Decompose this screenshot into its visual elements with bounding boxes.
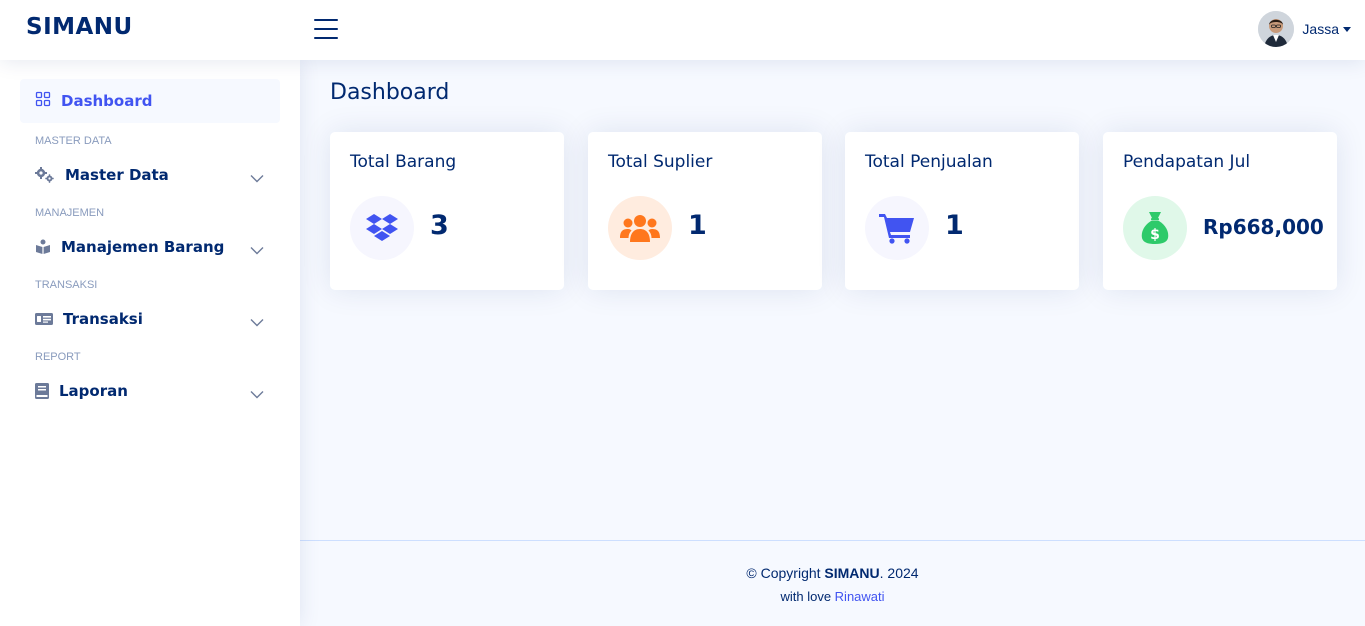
sidebar-item-label: Master Data [65, 166, 169, 184]
svg-text:$: $ [1150, 227, 1160, 243]
card-value: 1 [945, 210, 964, 241]
card-total-penjualan: Total Penjualan 1 [845, 132, 1079, 290]
card-title: Total Suplier [608, 152, 713, 172]
profile-dropdown[interactable]: Jassa [1258, 11, 1351, 47]
card-title: Total Barang [350, 152, 457, 172]
sidebar-item-manajemen-barang[interactable]: Manajemen Barang [20, 227, 280, 267]
card-value: 3 [430, 210, 449, 241]
sidebar-item-label: Manajemen Barang [61, 238, 225, 256]
card-total-barang: Total Barang 3 [330, 132, 564, 290]
credit-prefix: with love [780, 589, 835, 604]
copyright-prefix: © Copyright [746, 565, 825, 581]
credit-link[interactable]: Rinawati [835, 589, 885, 604]
sidebar-item-laporan[interactable]: Laporan [20, 371, 280, 411]
chevron-down-icon [250, 385, 264, 403]
nav-heading-transaksi: TRANSAKSI [35, 279, 98, 291]
sidebar-item-master-data[interactable]: Master Data [20, 155, 280, 195]
card-title: Pendapatan Jul [1123, 152, 1251, 172]
sidebar-item-transaksi[interactable]: Transaksi [20, 299, 280, 339]
menu-toggle-icon[interactable] [314, 18, 338, 39]
copyright-year: . 2024 [879, 565, 919, 581]
money-bag-icon: $ [1123, 196, 1187, 260]
sidebar: Dashboard MASTER DATA Master Data MANAJE… [0, 60, 300, 626]
nav-heading-manajemen: MANAJEMEN [35, 207, 105, 219]
card-pendapatan: Pendapatan Jul $ Rp668,000 [1103, 132, 1337, 290]
money-check-icon [35, 312, 53, 326]
page-title: Dashboard [330, 80, 450, 105]
header: SIMANU Jassa [0, 0, 1365, 60]
card-value: Rp668,000 [1203, 215, 1324, 239]
credits: with love Rinawati [300, 589, 1365, 604]
card-title: Total Penjualan [865, 152, 993, 172]
box-open-icon [35, 239, 51, 255]
card-value: 1 [688, 210, 707, 241]
sidebar-item-label: Laporan [59, 382, 128, 400]
cart-icon [865, 196, 929, 260]
copyright: © Copyright SIMANU. 2024 [300, 565, 1365, 581]
avatar [1258, 11, 1295, 47]
users-icon [608, 196, 672, 260]
nav-heading-master-data: MASTER DATA [35, 135, 112, 147]
nav-heading-report: REPORT [35, 351, 81, 363]
grid-icon [35, 91, 51, 111]
chevron-down-icon [250, 313, 264, 331]
main-content: Dashboard Total Barang 3 Total Suplier 1… [300, 60, 1365, 626]
copyright-brand: SIMANU [824, 565, 880, 581]
caret-down-icon [1343, 26, 1351, 32]
sidebar-item-label: Transaksi [63, 310, 143, 328]
profile-name: Jassa [1302, 21, 1339, 37]
logo[interactable]: SIMANU [26, 14, 133, 40]
chevron-down-icon [250, 169, 264, 187]
chevron-down-icon [250, 241, 264, 259]
gears-icon [35, 167, 55, 183]
footer: © Copyright SIMANU. 2024 with love Rinaw… [300, 540, 1365, 626]
card-total-suplier: Total Suplier 1 [588, 132, 822, 290]
book-icon [35, 383, 49, 399]
sidebar-item-label: Dashboard [61, 92, 153, 110]
sidebar-item-dashboard[interactable]: Dashboard [20, 79, 280, 123]
dropbox-icon [350, 196, 414, 260]
